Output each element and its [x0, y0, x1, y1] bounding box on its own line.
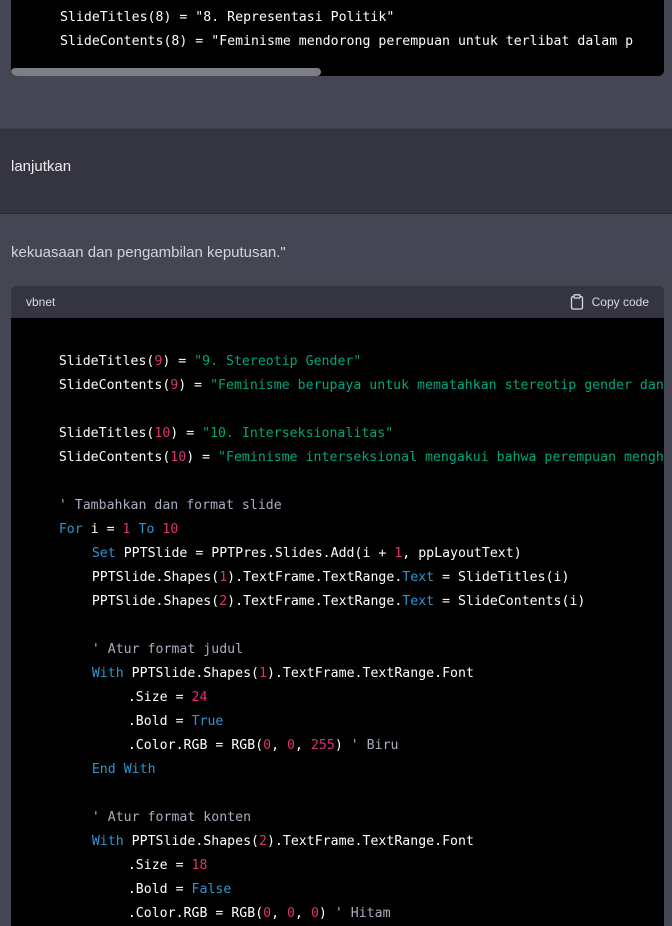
code-line: SlideContents(10) = "Feminisme interseks… [27, 435, 664, 480]
horizontal-scrollbar[interactable] [11, 68, 664, 76]
code-token: ) = [186, 450, 219, 465]
assistant-message-text: kekuasaan dan pengambilan keputusan." [11, 244, 286, 261]
code-line: SlideContents(9) = "Feminisme berupaya u… [27, 363, 664, 408]
code-token: , [271, 738, 288, 753]
code-line: End With [60, 747, 156, 792]
code-line: PPTSlide.Shapes(2).TextFrame.TextRange.T… [60, 579, 586, 624]
code-block: vbnet Copy code SlideTitles(9) = "9. Ste… [11, 286, 664, 926]
code-token: 2 [259, 834, 267, 849]
code-token: 1 [259, 666, 267, 681]
user-message-text: lanjutkan [11, 158, 72, 175]
code-token: .Color.RGB = RGB( [127, 906, 264, 921]
code-language-label: vbnet [26, 295, 56, 309]
code-token: SlideContents( [58, 450, 171, 465]
code-token: 0 [263, 906, 272, 921]
code-token: 0 [310, 906, 319, 921]
copy-code-label: Copy code [591, 295, 649, 309]
code-token: = SlideContents(i) [434, 594, 586, 609]
copy-code-button[interactable]: Copy code [570, 293, 649, 311]
code-comment: ' Biru [350, 738, 399, 753]
code-token: 2 [219, 594, 228, 609]
scrollbar-thumb[interactable] [11, 68, 321, 76]
code-token: 0 [287, 738, 296, 753]
code-line: SlideTitles(8) = "8. Representasi Politi… [60, 10, 395, 25]
code-token: SlideContents( [58, 378, 171, 393]
user-message-row: lanjutkan [0, 128, 672, 214]
code-token: Text [402, 594, 435, 609]
code-token: ).TextFrame.TextRange.Font [266, 666, 474, 681]
code-line: SlideContents(8) = "Feminisme mendorong … [60, 34, 634, 49]
code-token: ) [334, 738, 351, 753]
code-token: End [91, 762, 116, 777]
code-token: , [295, 738, 311, 753]
previous-code-block: SlideTitles(8) = "8. Representasi Politi… [11, 0, 664, 76]
clipboard-icon [570, 294, 584, 310]
code-token: ).TextFrame.TextRange.Font [266, 834, 474, 849]
code-token: 0 [287, 906, 296, 921]
code-line: .Color.RGB = RGB(0, 0, 0) ' Hitam [96, 891, 391, 926]
code-token: , [271, 906, 288, 921]
code-token: PPTSlide.Shapes( [91, 594, 220, 609]
code-token: , [295, 906, 311, 921]
code-token: ) = [178, 378, 211, 393]
code-comment: ' Hitam [334, 906, 391, 921]
code-token: With [123, 762, 156, 777]
code-token: "Feminisme interseksional mengakui bahwa… [218, 450, 664, 465]
code-token: 10 [170, 450, 187, 465]
code-token: 0 [263, 738, 272, 753]
code-block-header: vbnet Copy code [11, 286, 664, 318]
code-token: ) [318, 906, 335, 921]
code-token: ).TextFrame.TextRange. [227, 594, 403, 609]
code-token: "Feminisme berupaya untuk mematahkan ste… [210, 378, 664, 393]
code-token: 255 [310, 738, 335, 753]
